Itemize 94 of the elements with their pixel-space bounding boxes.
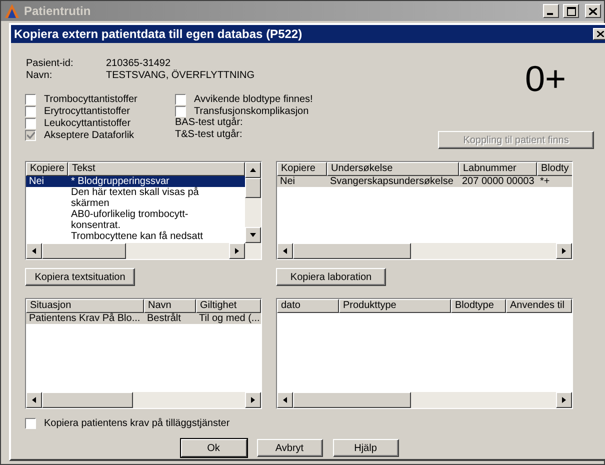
list-view[interactable]: dato Produkttype Blodtype Anvendes til [276,298,573,409]
list-row[interactable]: AB0-uforlikelig trombocytt- [26,209,245,220]
list-cell-text: konsentrat. [70,220,122,231]
list-cell-text: Til og med (... [198,313,261,324]
checkbox-label: Leukocyttantistoffer [44,118,131,128]
test-label: BAS-test utgår: [175,117,243,129]
scrollbar-thumb[interactable] [293,392,412,408]
column-header[interactable]: Produkttype [339,299,451,313]
maximize-button[interactable] [563,4,579,18]
list-row[interactable]: Patientens Krav På Blo... Bestrålt Til og med (... [26,313,261,324]
horizontal-scrollbar[interactable] [277,392,572,408]
close-icon [596,31,604,37]
column-header[interactable]: Navn [144,299,196,313]
scroll-right-icon [234,247,240,255]
column-header[interactable]: Anvendes til [506,299,572,313]
list-cell-text: Patientens Krav På Blo... [28,313,142,324]
list-view[interactable]: Kopiere Tekst Nei * Blodgrupperingssvar Den här texten skall visas på skärmen AB0-uforlikelig trombocytt- konsentrat. Trombocyttene kan få nedsatt [25,161,262,260]
maximize-icon [566,6,576,16]
list-row[interactable]: konsentrat. [26,220,245,231]
close-button[interactable] [593,28,605,40]
checkbox-label: Transfusjonskomplikasjon [194,106,309,116]
list-cell-text: skärmen [70,198,110,209]
field-label: Navn: [26,70,54,82]
scrollbar-thumb[interactable] [293,243,412,259]
checkbox[interactable] [175,106,186,116]
column-header[interactable]: Kopiere [277,162,327,176]
column-header[interactable]: Tekst [68,162,245,176]
scroll-left-icon [282,396,288,404]
column-header[interactable]: Situasjon [26,299,144,313]
dialog-button[interactable]: Hjälp [332,439,398,457]
column-header[interactable]: Labnummer [459,162,537,176]
column-header[interactable]: Kopiere [26,162,68,176]
scroll-right-icon [250,396,256,404]
list-row[interactable]: Nei Svangerskapsundersøkelse 207 0000 00003 *+ [277,176,572,187]
list-cell-text: Svangerskapsundersøkelse [329,176,454,187]
list-cell-text: *+ [539,176,551,187]
list-row[interactable]: skärmen [26,198,245,209]
list-cell-text: Bestrålt [146,313,182,324]
dialog-button[interactable]: Avbryt [256,439,322,457]
dialog-button[interactable]: Ok [180,439,246,457]
test-label: T&S-test utgår: [175,129,244,141]
checkbox-label: Trombocyttantistoffer [44,94,138,104]
list-cell-text: AB0-uforlikelig trombocytt- [70,209,190,220]
horizontal-scrollbar[interactable] [277,243,572,259]
column-header[interactable]: Giltighet [196,299,261,313]
copy-button[interactable]: Kopiera textsituation [25,268,135,286]
checkbox-label: Erytrocyttantistoffer [44,106,130,116]
close-icon [589,8,597,14]
list-row[interactable]: Den här texten skall visas på [26,187,245,198]
scroll-left-icon [31,396,37,404]
column-header[interactable]: Blodtype [451,299,506,313]
checkbox[interactable] [25,94,36,104]
dialog-title: Kopiera extern patientdata till egen databas (P522) [14,27,304,41]
checkbox[interactable] [25,418,36,428]
scroll-down-icon [249,232,257,238]
minimize-button[interactable] [543,4,559,18]
column-header[interactable]: Undersøkelse [327,162,459,176]
scroll-right-icon [561,247,567,255]
window-title: Patientrutin [24,4,92,18]
list-view[interactable]: Situasjon Navn Giltighet Patientens Krav På Blo... Bestrålt Til og med (... [25,298,262,409]
list-cell-text: Nei [28,176,46,187]
checkbox-label: Avvikende blodtype finnes! [194,94,313,104]
field-value: TESTSVANG, ÖVERFLYTTNING [106,70,255,82]
list-view[interactable]: Kopiere Undersøkelse Labnummer Blodty Nei Svangerskapsundersøkelse 207 0000 00003 *+ [276,161,573,260]
horizontal-scrollbar[interactable] [26,392,261,408]
vertical-scrollbar[interactable] [245,162,261,243]
app-icon [4,3,20,19]
scrollbar-thumb[interactable] [42,392,134,408]
list-cell-text: Den här texten skall visas på [70,187,200,198]
checkbox-label: Akseptere Dataforlik [44,130,134,140]
scroll-up-icon [249,167,257,173]
list-cell-text: Nei [279,176,296,187]
list-cell-text: Trombocyttene kan få nedsatt [70,231,204,242]
column-header[interactable]: dato [277,299,339,313]
list-cell-text: * Blodgrupperingssvar [70,176,170,187]
field-label: Pasient-id: [26,58,74,70]
list-row[interactable]: Nei * Blodgrupperingssvar [26,176,245,187]
checkbox[interactable] [175,94,186,104]
scroll-left-icon [282,247,288,255]
close-button[interactable] [585,4,601,18]
copy-button[interactable]: Kopiera laboration [276,268,386,286]
blood-type: 0+ [524,60,566,98]
field-value: 210365-31492 [106,58,172,70]
scrollbar-thumb[interactable] [42,243,126,259]
checkbox[interactable] [25,106,36,116]
list-row[interactable]: Trombocyttene kan få nedsatt [26,231,245,242]
list-cell-text: 207 0000 00003 [461,176,536,187]
scroll-left-icon [31,247,37,255]
horizontal-scrollbar[interactable] [26,243,261,259]
column-header[interactable]: Blodty [537,162,572,176]
checkbox-label: Kopiera patientens krav på tilläggstjänster [44,418,230,428]
checkbox[interactable] [25,118,36,128]
scrollbar-thumb[interactable] [245,178,261,198]
scroll-right-icon [561,396,567,404]
